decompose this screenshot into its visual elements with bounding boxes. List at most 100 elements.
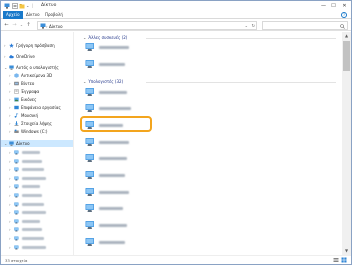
expand-chevron-icon[interactable]: › [9, 166, 11, 173]
nav-windows-c[interactable]: › Windows (C:) [1, 128, 73, 135]
obscured-name [22, 176, 46, 180]
computer-icon [14, 184, 19, 189]
search-input[interactable] [262, 21, 348, 30]
expand-chevron-icon[interactable]: › [9, 149, 11, 156]
nav-network-computer[interactable]: › [1, 183, 73, 190]
nav-network-computer[interactable]: › [1, 235, 73, 242]
expand-chevron-icon[interactable]: › [9, 80, 11, 87]
collapse-chevron-icon[interactable]: ⌄ [4, 140, 7, 147]
nav-music[interactable]: › Μουσική [1, 112, 73, 119]
expand-chevron-icon[interactable]: › [9, 104, 11, 111]
tab-view[interactable]: Προβολή [42, 11, 66, 19]
status-bar: 33 στοιχεία [1, 255, 351, 264]
minimize-button[interactable]: — [319, 2, 328, 10]
nav-network[interactable]: ⌄ Δίκτυο [1, 140, 73, 147]
nav-desktop[interactable]: › Επιφάνεια εργασίας [1, 104, 73, 111]
group-header-computers[interactable]: ⌄ Υπολογιστές (32) [83, 79, 123, 85]
computer-item[interactable] [85, 219, 205, 231]
nav-network-computer[interactable]: › [1, 158, 73, 165]
forward-button[interactable]: → [11, 22, 18, 29]
expand-chevron-icon[interactable]: › [9, 244, 11, 251]
scroll-thumb[interactable] [343, 41, 350, 71]
computer-item[interactable] [85, 102, 205, 114]
large-icons-view-icon[interactable] [341, 257, 347, 263]
computer-item[interactable] [85, 86, 205, 98]
expand-chevron-icon[interactable]: › [9, 175, 11, 182]
video-icon [14, 81, 19, 86]
vertical-scrollbar[interactable]: ▲ ▼ [342, 32, 351, 255]
other-device-item[interactable] [85, 41, 205, 53]
star-icon [9, 43, 14, 48]
scroll-down-arrow-icon[interactable]: ▼ [342, 247, 351, 255]
back-button[interactable]: ← [3, 22, 10, 29]
expand-chevron-icon[interactable]: › [9, 88, 11, 95]
nav-network-computer[interactable]: › [1, 244, 73, 251]
expand-chevron-icon[interactable]: › [9, 112, 11, 119]
computer-icon [14, 245, 19, 250]
nav-network-computer[interactable]: › [1, 226, 73, 233]
close-button[interactable]: ✕ [340, 2, 349, 10]
address-path[interactable]: Δίκτυο [49, 24, 63, 29]
details-view-icon[interactable] [333, 257, 339, 263]
computer-item[interactable] [85, 202, 205, 214]
tab-file[interactable]: Αρχείο [3, 11, 23, 19]
nav-network-computer[interactable]: › [1, 201, 73, 208]
nav-network-computer[interactable]: › [1, 209, 73, 216]
expand-chevron-icon[interactable]: › [9, 192, 11, 199]
expand-chevron-icon[interactable]: › [9, 235, 11, 242]
obscured-name [99, 91, 127, 94]
computer-item[interactable] [85, 136, 205, 148]
expand-chevron-icon[interactable]: › [9, 120, 11, 127]
group-divider [146, 38, 336, 39]
expand-chevron-icon[interactable]: › [9, 72, 11, 79]
help-icon[interactable]: ? [341, 12, 347, 18]
expand-chevron-icon[interactable]: › [9, 128, 11, 135]
computer-icon [85, 103, 95, 113]
content-pane: ⌄ Άλλες συσκευές (2) ⌄ Υπολογιστές (32) [76, 32, 342, 255]
tab-network[interactable]: Δίκτυο [23, 11, 43, 19]
nav-network-computer[interactable]: › [1, 218, 73, 225]
computer-item[interactable] [85, 236, 205, 248]
properties-icon[interactable] [12, 3, 18, 9]
maximize-button[interactable]: ☐ [329, 2, 338, 10]
nav-label: Μουσική [21, 113, 38, 118]
address-dropdown-icon[interactable]: ⌄ [245, 23, 248, 28]
collapse-chevron-icon[interactable]: ⌄ [4, 64, 7, 71]
nav-pictures[interactable]: › Εικόνες [1, 96, 73, 103]
up-button[interactable]: ↑ [25, 22, 32, 29]
computer-item[interactable] [85, 152, 205, 164]
computer-item[interactable] [85, 169, 205, 181]
new-folder-icon[interactable] [19, 3, 25, 9]
address-box[interactable]: › Δίκτυο ⌄ ↻ [37, 21, 257, 30]
nav-network-computer[interactable]: › [1, 175, 73, 182]
expand-chevron-icon[interactable]: › [9, 218, 11, 225]
scroll-up-arrow-icon[interactable]: ▲ [342, 32, 351, 40]
nav-this-pc[interactable]: ⌄ Αυτός ο υπολογιστής [1, 64, 73, 71]
expand-chevron-icon[interactable]: › [4, 42, 6, 49]
expand-chevron-icon[interactable]: › [9, 96, 11, 103]
nav-videos[interactable]: › Βίντεο [1, 80, 73, 87]
expand-chevron-icon[interactable]: › [9, 183, 11, 190]
computer-icon [14, 236, 19, 241]
expand-chevron-icon[interactable]: › [9, 209, 11, 216]
nav-network-computer[interactable]: › [1, 149, 73, 156]
expand-chevron-icon[interactable]: › [9, 226, 11, 233]
nav-3d-objects[interactable]: › Αντικείμενα 3D [1, 72, 73, 79]
nav-network-computer[interactable]: › [1, 192, 73, 199]
expand-chevron-icon[interactable]: › [9, 201, 11, 208]
expand-chevron-icon[interactable]: › [4, 53, 6, 60]
refresh-icon[interactable]: ↻ [252, 23, 255, 28]
nav-network-computer[interactable]: › [1, 166, 73, 173]
other-device-item[interactable] [85, 58, 205, 70]
nav-documents[interactable]: › Έγγραφα [1, 88, 73, 95]
recent-locations-button[interactable]: ⌄ [18, 22, 25, 29]
group-collapse-icon[interactable]: ⌄ [83, 35, 86, 40]
network-icon [9, 141, 14, 146]
nav-quick-access[interactable]: › Γρήγορη πρόσβαση [1, 42, 73, 49]
nav-onedrive[interactable]: › OneDrive [1, 53, 73, 60]
expand-chevron-icon[interactable]: › [9, 158, 11, 165]
obscured-name [99, 174, 125, 177]
nav-downloads[interactable]: › Στοιχεία λήψης [1, 120, 73, 127]
computer-item[interactable] [85, 186, 205, 198]
group-collapse-icon[interactable]: ⌄ [83, 79, 86, 84]
